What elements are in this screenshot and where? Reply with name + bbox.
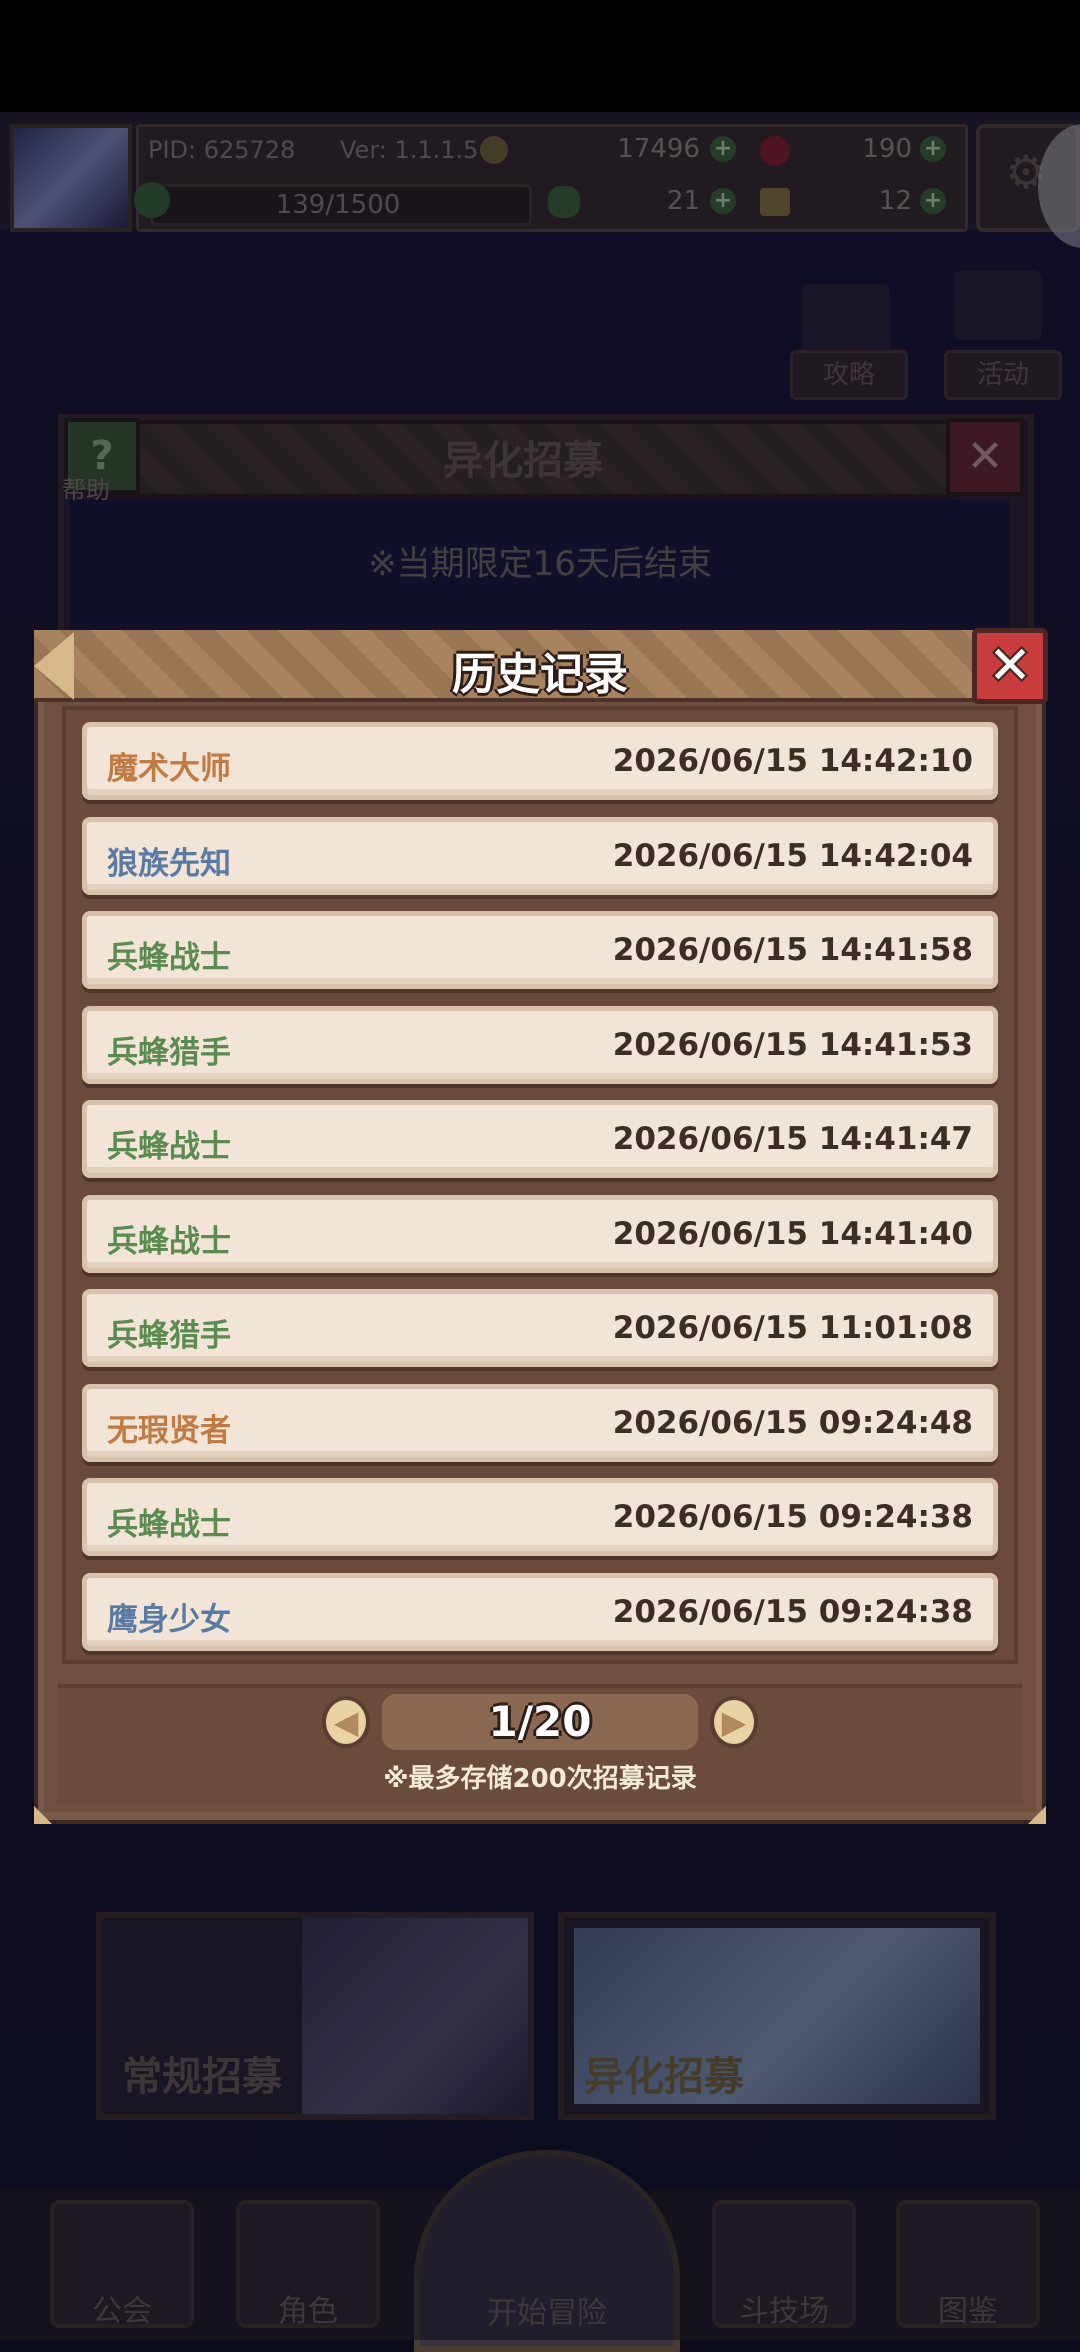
history-row-time: 2026/06/15 14:41:40 <box>612 1215 973 1252</box>
history-row-name: 兵蜂战士 <box>107 940 231 976</box>
history-row: 魔术大师 2026/06/15 14:42:10 <box>82 722 998 800</box>
history-row-name: 兵蜂猎手 <box>107 1318 231 1354</box>
page-indicator: 1/20 <box>488 1697 592 1746</box>
top-black-bar <box>0 0 1080 112</box>
history-row: 兵蜂战士 2026/06/15 14:41:40 <box>82 1194 998 1273</box>
history-row: 兵蜂战士 2026/06/15 09:24:38 <box>82 1478 998 1556</box>
history-row-time: 2026/06/15 09:24:38 <box>612 1499 973 1535</box>
history-row-time: 2026/06/15 14:42:04 <box>612 837 973 874</box>
history-row-name: 鹰身少女 <box>107 1601 231 1638</box>
storage-limit-note: ※最多存储200次招募记录 <box>383 1764 697 1794</box>
history-row-name: 魔术大师 <box>107 751 231 787</box>
history-row: 兵蜂战士 2026/06/15 14:41:47 <box>82 1100 998 1178</box>
history-row-name: 兵蜂战士 <box>107 1129 231 1165</box>
history-row: 兵蜂猎手 2026/06/15 14:41:53 <box>82 1005 998 1084</box>
history-title: 历史记录 <box>452 649 628 700</box>
history-row-time: 2026/06/15 11:01:08 <box>612 1310 973 1346</box>
history-row: 狼族先知 2026/06/15 14:42:04 <box>82 816 998 895</box>
history-row-time: 2026/06/15 09:24:38 <box>612 1593 973 1630</box>
history-row-name: 兵蜂猎手 <box>107 1034 231 1071</box>
next-page-button[interactable]: ▶ <box>710 1696 758 1748</box>
history-row-time: 2026/06/15 09:24:48 <box>612 1404 973 1441</box>
history-row-time: 2026/06/15 14:41:58 <box>612 932 973 968</box>
history-row-name: 兵蜂战士 <box>107 1507 231 1543</box>
history-row-name: 狼族先知 <box>107 845 231 882</box>
history-row: 鹰身少女 2026/06/15 09:24:38 <box>82 1572 998 1651</box>
history-row-name: 兵蜂战士 <box>107 1223 231 1260</box>
history-row-name: 无瑕贤者 <box>107 1412 231 1449</box>
history-row: 兵蜂猎手 2026/06/15 11:01:08 <box>82 1289 998 1367</box>
history-row: 兵蜂战士 2026/06/15 14:41:58 <box>82 911 998 989</box>
close-icon: ✕ <box>988 636 1032 696</box>
history-row-time: 2026/06/15 14:41:47 <box>612 1121 973 1157</box>
history-row-time: 2026/06/15 14:42:10 <box>612 743 973 779</box>
history-row-time: 2026/06/15 14:41:53 <box>612 1026 973 1063</box>
prev-page-button[interactable]: ◀ <box>322 1696 370 1748</box>
history-row: 无瑕贤者 2026/06/15 09:24:48 <box>82 1383 998 1462</box>
